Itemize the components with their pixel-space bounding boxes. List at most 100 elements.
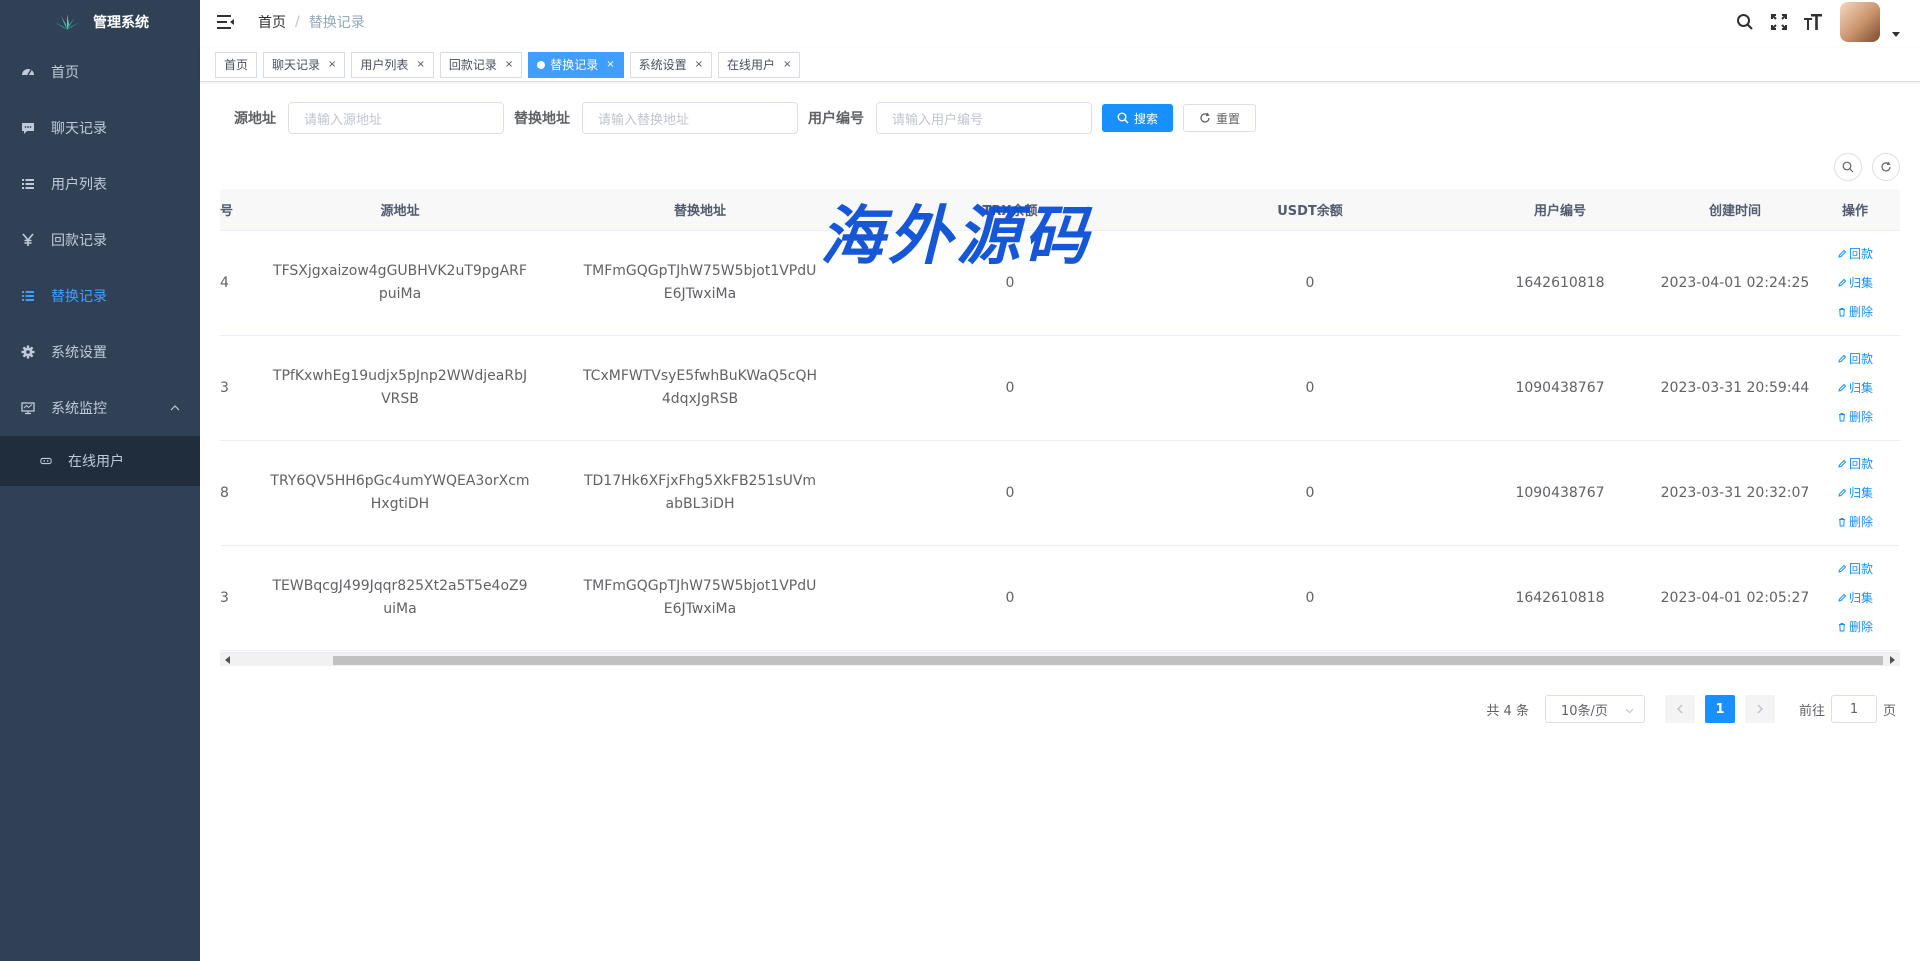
fullscreen-icon[interactable] — [1768, 11, 1790, 33]
cell-dst: TMFmGQGpTJhW75W5bjot1VPdUE6JTwxiMa — [583, 263, 817, 302]
sidebar-subitem-label: 在线用户 — [68, 454, 124, 470]
sidebar-item-5[interactable]: 系统设置 — [0, 324, 200, 380]
delete-label: 删除 — [1848, 514, 1873, 529]
sidebar-item-label: 用户列表 — [51, 177, 107, 193]
column-header-time: 创建时间 — [1708, 204, 1761, 219]
sidebar-item-0[interactable]: 首页 — [0, 44, 200, 100]
font-size-icon[interactable] — [1802, 11, 1824, 33]
cell-usdt: 0 — [1305, 274, 1315, 291]
horizontal-scrollbar[interactable] — [220, 652, 1900, 666]
hamburger-icon[interactable] — [216, 12, 236, 32]
table-toolbar — [1834, 153, 1900, 181]
prev-page-button[interactable] — [1664, 695, 1695, 723]
tag-5[interactable]: 系统设置 × — [629, 51, 713, 78]
cell-user: 1642610818 — [1515, 589, 1605, 606]
page-number-current[interactable]: 1 — [1704, 695, 1735, 723]
collect-link[interactable]: 归集 — [1837, 482, 1873, 505]
src-input[interactable]: 请输入源地址 — [288, 102, 504, 134]
search-button[interactable]: 搜索 — [1102, 104, 1174, 132]
tag-0[interactable]: 首页 — [215, 51, 258, 78]
refresh-button[interactable] — [1872, 153, 1900, 181]
refresh-icon — [1881, 161, 1891, 172]
tag-3[interactable]: 回款记录 × — [439, 51, 523, 78]
tag-6[interactable]: 在线用户 × — [718, 51, 801, 78]
breadcrumb-current: 替换记录 — [308, 15, 365, 31]
refund-label: 回款 — [1848, 561, 1873, 576]
sidebar-item-label: 系统设置 — [51, 345, 107, 361]
cell-ops: 回款 归集 删除 — [1810, 243, 1900, 324]
close-icon[interactable]: × — [606, 59, 614, 70]
delete-label: 删除 — [1848, 619, 1873, 634]
cell-usdt: 0 — [1305, 589, 1315, 606]
search-icon — [1117, 112, 1129, 124]
scroll-left-icon[interactable] — [225, 656, 230, 664]
next-page-button[interactable] — [1744, 695, 1775, 723]
cell-ops: 回款归集删除 — [1810, 558, 1900, 639]
cell-id: 3 — [220, 589, 229, 606]
sidebar-subitem-0[interactable]: 在线用户 — [0, 436, 200, 486]
refund-label: 回款 — [1848, 456, 1873, 471]
cell-id: 8 — [220, 484, 229, 501]
refund-link[interactable]: 回款 — [1837, 453, 1873, 476]
cell-src: TFSXjgxaizow4gGUBHVK2uT9pgARFpuiMa — [273, 263, 527, 302]
page-size-select[interactable]: 10条/页 — [1544, 695, 1645, 723]
logo[interactable]: 管理系统 — [0, 0, 200, 44]
scroll-right-icon[interactable] — [1890, 656, 1895, 664]
sidebar-item-4[interactable]: 替换记录 — [0, 268, 200, 324]
delete-link[interactable]: 删除 — [1837, 616, 1873, 639]
edit-icon — [1838, 593, 1847, 602]
tag-2[interactable]: 用户列表 × — [351, 51, 434, 78]
toggle-search-button[interactable] — [1834, 153, 1862, 181]
tag-label: 系统设置 — [638, 58, 687, 72]
collect-link[interactable]: 归集 — [1837, 377, 1873, 400]
close-icon[interactable]: × — [328, 59, 336, 70]
sidebar-item-6[interactable]: 系统监控 — [0, 380, 200, 436]
delete-link[interactable]: 删除 — [1837, 511, 1873, 534]
caret-down-icon[interactable] — [1892, 30, 1900, 38]
close-icon[interactable]: × — [505, 59, 513, 70]
sidebar-item-1[interactable]: 聊天记录 — [0, 100, 200, 156]
collect-link[interactable]: 归集 — [1837, 272, 1873, 295]
table-row: 3 TEWBqcgJ499Jqqr825Xt2a5T5e4oZ9uiMa TMFmG… — [220, 546, 1900, 651]
sidebar-item-2[interactable]: 用户列表 — [0, 156, 200, 212]
pagination-total: 共 4 条 — [1486, 703, 1529, 719]
dst-input[interactable]: 请输入替换地址 — [582, 102, 798, 134]
sidebar-item-label: 首页 — [51, 65, 79, 81]
close-icon[interactable]: × — [416, 59, 424, 70]
close-icon[interactable]: × — [695, 59, 703, 70]
edit-icon — [1838, 564, 1847, 573]
refund-link[interactable]: 回款 — [1837, 243, 1873, 266]
breadcrumb-home[interactable]: 首页 — [258, 12, 286, 32]
reset-button[interactable]: 重置 — [1183, 104, 1257, 132]
cell-user: 1642610818 — [1515, 274, 1605, 291]
user-input[interactable]: 请输入用户编号 — [876, 102, 1092, 134]
edit-icon — [1838, 459, 1847, 468]
watermark: 海外源码 — [820, 199, 1092, 274]
tag-label: 用户列表 — [360, 58, 409, 72]
sidebar: 管理系统 首页聊天记录用户列表回款记录 替换记录系统设置系统监控在线用户 — [0, 0, 200, 961]
tag-4[interactable]: 替换记录 × — [528, 51, 624, 78]
column-header-usdt: USDT余额 — [1277, 204, 1343, 219]
cell-dst: TMFmGQGpTJhW75W5bjot1VPdUE6JTwxiMa — [583, 578, 817, 617]
cell-src: TEWBqcgJ499Jqqr825Xt2a5T5e4oZ9uiMa — [272, 578, 528, 617]
cell-dst: TCxMFWTVsyE5fwhBuKWaQ5cQH4dqxJgRSB — [582, 368, 818, 407]
scrollbar-thumb[interactable] — [333, 656, 1883, 665]
goto-page-input[interactable]: 1 — [1830, 695, 1877, 723]
search-icon[interactable] — [1734, 11, 1756, 33]
refund-link[interactable]: 回款 — [1837, 558, 1873, 581]
breadcrumb: 首页 / 替换记录 — [258, 12, 365, 32]
cell-ops: 回款归集删除 — [1810, 453, 1900, 534]
tag-1[interactable]: 聊天记录 × — [263, 51, 346, 78]
refund-link[interactable]: 回款 — [1837, 348, 1873, 371]
sidebar-item-3[interactable]: 回款记录 — [0, 212, 200, 268]
delete-link[interactable]: 删除 — [1837, 406, 1873, 429]
table-row: 3 TPfKxwhEg19udjx5pJnp2WWdjeaRbJVRSB TCxMF… — [220, 336, 1900, 441]
pagination: 共 4 条 10条/页 1 前往 1 页 — [1486, 695, 1896, 723]
delete-link[interactable]: 删除 — [1837, 301, 1873, 324]
avatar[interactable] — [1840, 2, 1880, 42]
refresh-icon — [1200, 112, 1210, 123]
close-icon[interactable]: × — [783, 59, 791, 70]
collect-link[interactable]: 归集 — [1837, 587, 1873, 610]
edit-icon — [1838, 249, 1847, 258]
page-suffix: 页 — [1882, 703, 1896, 719]
